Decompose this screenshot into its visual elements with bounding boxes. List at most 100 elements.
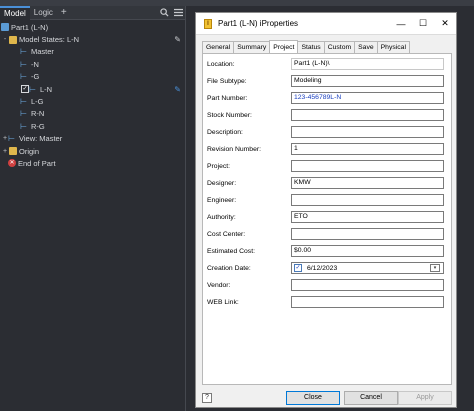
browser-tabbar: Model Logic + <box>0 5 185 20</box>
dialog-tabs: General Summary Project Status Custom Sa… <box>202 40 410 53</box>
close-icon[interactable]: ✕ <box>434 13 456 35</box>
field-stock-number: Stock Number: <box>207 109 444 121</box>
part-number-input[interactable]: 123-456789L-N <box>291 92 444 104</box>
field-label: Vendor: <box>207 281 231 289</box>
authority-input[interactable]: ETO <box>291 211 444 223</box>
apply-button[interactable]: Apply <box>398 391 452 405</box>
model-browser-tree: Part1 (L-N) - Model States: L-N ✎ ⊢ Mast… <box>0 21 185 170</box>
expand-icon[interactable]: + <box>2 148 8 155</box>
add-tab-button[interactable]: + <box>57 6 71 20</box>
part-icon <box>1 23 9 32</box>
folder-icon <box>9 147 17 156</box>
tree-node-label: R-G <box>31 121 45 131</box>
tree-node-state-n[interactable]: ⊢ -N <box>0 58 185 70</box>
tab-project[interactable]: Project <box>269 40 299 53</box>
designer-input[interactable]: KMW <box>291 177 444 189</box>
edit-pencil-icon[interactable]: ✎ <box>174 85 181 94</box>
tab-physical[interactable]: Physical <box>376 41 410 53</box>
tab-custom[interactable]: Custom <box>323 41 356 53</box>
tree-node-state-g[interactable]: ⊢ -G <box>0 71 185 83</box>
tab-summary[interactable]: Summary <box>233 41 271 53</box>
dialog-titlebar[interactable]: I Part1 (L-N) iProperties — ☐ ✕ <box>196 13 456 35</box>
field-label: Creation Date: <box>207 264 251 272</box>
tree-node-state-r-n[interactable]: ⊢ R-N <box>0 108 185 120</box>
tree-node-state-r-g[interactable]: ⊢ R-G <box>0 120 185 132</box>
field-part-number: Part Number: 123-456789L-N <box>207 92 444 104</box>
field-web-link: WEB Link: <box>207 296 444 308</box>
tab-save[interactable]: Save <box>354 41 378 53</box>
cancel-button[interactable]: Cancel <box>344 391 398 405</box>
maximize-icon[interactable]: ☐ <box>412 13 434 35</box>
tree-node-state-master[interactable]: ⊢ Master <box>0 46 185 58</box>
location-field: Part1 (L-N)\ <box>291 58 444 70</box>
field-engineer: Engineer: <box>207 194 444 206</box>
tree-node-model-states[interactable]: - Model States: L-N ✎ <box>0 33 185 45</box>
field-location: Location: Part1 (L-N)\ <box>207 58 444 70</box>
tree-node-part[interactable]: Part1 (L-N) <box>0 21 185 33</box>
field-project: Project: <box>207 160 444 172</box>
date-enabled-checkbox[interactable]: ✓ <box>294 264 302 272</box>
field-label: Project: <box>207 162 231 170</box>
folder-icon <box>9 35 17 44</box>
tree-node-view[interactable]: + ⊢ View: Master <box>0 133 185 145</box>
creation-date-picker[interactable]: ✓ 6/12/2023 ▾ <box>291 262 444 274</box>
vendor-input[interactable] <box>291 279 444 291</box>
field-authority: Authority: ETO <box>207 211 444 223</box>
model-state-icon: ⊢ <box>20 72 27 82</box>
iproperties-icon: I <box>204 18 212 29</box>
field-label: File Subtype: <box>207 77 247 85</box>
tree-node-label: Part1 (L-N) <box>11 22 49 32</box>
search-icon[interactable] <box>157 6 171 20</box>
menu-icon[interactable] <box>171 6 185 20</box>
field-designer: Designer: KMW <box>207 177 444 189</box>
tree-node-label: -G <box>31 72 40 82</box>
field-vendor: Vendor: <box>207 279 444 291</box>
end-of-part-icon: ✕ <box>8 159 16 168</box>
tree-node-label: R-N <box>31 109 45 119</box>
stock-number-input[interactable] <box>291 109 444 121</box>
tab-general[interactable]: General <box>202 41 235 53</box>
field-cost-center: Cost Center: <box>207 228 444 240</box>
field-file-subtype: File Subtype: Modeling <box>207 75 444 87</box>
collapse-icon[interactable]: - <box>2 36 8 43</box>
project-input[interactable] <box>291 160 444 172</box>
engineer-input[interactable] <box>291 194 444 206</box>
project-tab-page: Location: Part1 (L-N)\ File Subtype: Mod… <box>202 53 452 385</box>
tab-status[interactable]: Status <box>297 41 325 53</box>
field-label: Engineer: <box>207 196 237 204</box>
field-description: Description: <box>207 126 444 138</box>
model-state-icon: ⊢ <box>20 59 27 69</box>
edit-pencil-icon[interactable]: ✎ <box>174 35 181 44</box>
tab-model[interactable]: Model <box>0 5 30 20</box>
help-icon[interactable]: ? <box>202 393 212 403</box>
field-label: Designer: <box>207 179 237 187</box>
field-label: Stock Number: <box>207 111 252 119</box>
tree-node-end-of-part[interactable]: ✕ End of Part <box>0 157 185 169</box>
close-button[interactable]: Close <box>286 391 340 405</box>
description-input[interactable] <box>291 126 444 138</box>
calendar-icon[interactable]: ▾ <box>430 264 440 272</box>
estimated-cost-input[interactable]: $0.00 <box>291 245 444 257</box>
field-revision-number: Revision Number: 1 <box>207 143 444 155</box>
field-label: Part Number: <box>207 94 248 102</box>
minimize-icon[interactable]: — <box>390 13 412 35</box>
dialog-title: Part1 (L-N) iProperties <box>218 19 299 28</box>
tree-node-state-l-n-active[interactable]: ✓ ⊢ L-N ✎ <box>0 83 185 95</box>
revision-number-input[interactable]: 1 <box>291 143 444 155</box>
iproperties-dialog: I Part1 (L-N) iProperties — ☐ ✕ General … <box>195 12 457 408</box>
file-subtype-field: Modeling <box>291 75 444 87</box>
tree-node-label: Master <box>31 47 54 57</box>
creation-date-value: 6/12/2023 <box>307 264 338 272</box>
model-state-icon: ⊢ <box>20 47 27 57</box>
field-label: Description: <box>207 128 243 136</box>
tree-node-label: Model States: L-N <box>19 35 80 45</box>
web-link-input[interactable] <box>291 296 444 308</box>
cost-center-input[interactable] <box>291 228 444 240</box>
tab-logic[interactable]: Logic <box>30 6 57 20</box>
tree-node-state-l-g[interactable]: ⊢ L-G <box>0 95 185 107</box>
panel-divider[interactable] <box>185 6 186 411</box>
field-label: Revision Number: <box>207 145 262 153</box>
checkmark-icon: ✓ <box>21 85 29 94</box>
view-icon: ⊢ <box>8 134 15 144</box>
tree-node-origin[interactable]: + Origin <box>0 145 185 157</box>
